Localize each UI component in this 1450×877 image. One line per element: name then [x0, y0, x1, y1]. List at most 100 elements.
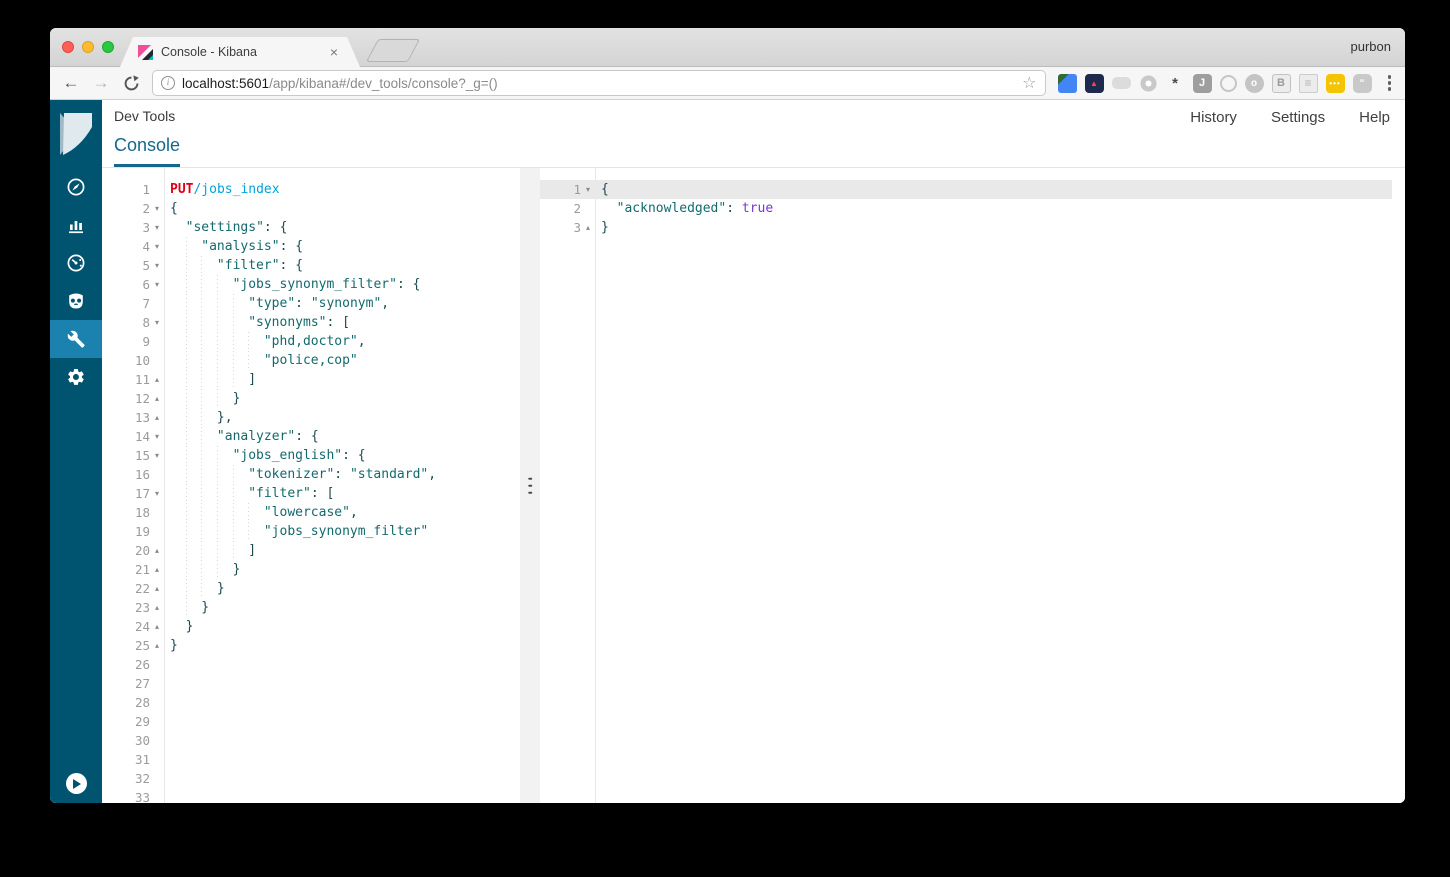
header-link-help[interactable]: Help — [1359, 109, 1390, 126]
sidebar-item-dashboard[interactable] — [50, 244, 102, 282]
browser-menu-icon[interactable] — [1384, 71, 1396, 95]
code-content[interactable]: } — [164, 598, 520, 617]
code-content[interactable]: "phd,doctor", — [164, 332, 520, 351]
code-content[interactable]: "acknowledged": true — [595, 199, 1405, 218]
code-line[interactable]: 33 — [102, 788, 520, 803]
fold-toggle-icon[interactable]: ▴ — [150, 565, 164, 574]
code-content[interactable]: } — [164, 636, 520, 655]
code-line[interactable]: 2 ▾ { — [102, 199, 520, 218]
code-content[interactable]: "jobs_synonym_filter" — [164, 522, 520, 541]
minimize-window-button[interactable] — [82, 41, 94, 53]
page-extension-icon[interactable]: ≡ — [1298, 73, 1318, 93]
code-content[interactable]: "lowercase", — [164, 503, 520, 522]
fold-toggle-icon[interactable]: ▴ — [150, 622, 164, 631]
code-content[interactable]: "analyzer": { — [164, 427, 520, 446]
code-content[interactable]: "jobs_synonym_filter": { — [164, 275, 520, 294]
code-line[interactable]: 3 ▾ "settings": { — [102, 218, 520, 237]
code-line[interactable]: 19 "jobs_synonym_filter" — [102, 522, 520, 541]
code-line[interactable]: 24 ▴} — [102, 617, 520, 636]
code-content[interactable] — [164, 769, 520, 788]
address-bar[interactable]: i localhost:5601 /app/kibana#/dev_tools/… — [152, 70, 1046, 96]
fold-toggle-icon[interactable]: ▾ — [150, 280, 164, 289]
b-extension-icon[interactable]: B — [1271, 73, 1291, 93]
code-content[interactable]: ] — [164, 370, 520, 389]
kibana-logo[interactable] — [50, 100, 102, 168]
tab-close-icon[interactable]: × — [330, 45, 338, 59]
bug-extension-icon[interactable]: * — [1166, 74, 1185, 93]
code-line[interactable]: 10 "police,cop" — [102, 351, 520, 370]
fold-toggle-icon[interactable]: ▾ — [581, 185, 595, 194]
fold-toggle-icon[interactable]: ▴ — [150, 413, 164, 422]
code-content[interactable]: "synonyms": [ — [164, 313, 520, 332]
code-content[interactable]: "tokenizer": "standard", — [164, 465, 520, 484]
code-content[interactable]: } — [595, 218, 1405, 237]
fold-toggle-icon[interactable]: ▾ — [150, 489, 164, 498]
code-line[interactable]: 7 "type": "synonym", — [102, 294, 520, 313]
code-line[interactable]: 16 "tokenizer": "standard", — [102, 465, 520, 484]
chat-extension-icon[interactable]: “ — [1352, 73, 1372, 93]
ring-extension-icon[interactable] — [1219, 74, 1237, 92]
code-line[interactable]: 20 ▴] — [102, 541, 520, 560]
code-content[interactable] — [164, 674, 520, 693]
header-link-history[interactable]: History — [1190, 109, 1237, 126]
code-content[interactable]: } — [164, 579, 520, 598]
code-line[interactable]: 4 ▾ "analysis": { — [102, 237, 520, 256]
code-line[interactable]: 25 ▴} — [102, 636, 520, 655]
code-line[interactable]: 5 ▾ "filter": { — [102, 256, 520, 275]
code-line[interactable]: 23 ▴} — [102, 598, 520, 617]
code-line[interactable]: 8 ▾ "synonyms": [ — [102, 313, 520, 332]
reload-button[interactable] — [118, 70, 144, 96]
fold-toggle-icon[interactable]: ▾ — [150, 451, 164, 460]
header-link-settings[interactable]: Settings — [1271, 109, 1325, 126]
resizer-grip-icon[interactable] — [528, 477, 532, 494]
fold-toggle-icon[interactable]: ▾ — [150, 242, 164, 251]
code-content[interactable] — [164, 655, 520, 674]
page-info-icon[interactable]: i — [161, 76, 175, 90]
code-content[interactable]: ] — [164, 541, 520, 560]
sidebar-item-timelion[interactable] — [50, 282, 102, 320]
j-extension-icon[interactable]: J — [1192, 73, 1212, 93]
code-content[interactable]: "settings": { — [164, 218, 520, 237]
code-line[interactable]: 30 — [102, 731, 520, 750]
power-extension-icon[interactable]: o — [1244, 73, 1264, 93]
code-content[interactable]: PUT /jobs_index — [164, 180, 520, 199]
code-content[interactable]: "jobs_english": { — [164, 446, 520, 465]
sidebar-item-management[interactable] — [50, 358, 102, 396]
fold-toggle-icon[interactable]: ▴ — [150, 603, 164, 612]
code-line[interactable]: 11 ▴] — [102, 370, 520, 389]
fold-toggle-icon[interactable]: ▾ — [150, 204, 164, 213]
bookmark-star-icon[interactable]: ☆ — [1022, 73, 1036, 93]
code-content[interactable]: } — [164, 560, 520, 579]
code-content[interactable]: "police,cop" — [164, 351, 520, 370]
code-content[interactable] — [164, 693, 520, 712]
new-tab-button[interactable] — [365, 39, 421, 62]
fold-toggle-icon[interactable]: ▴ — [581, 223, 595, 232]
code-line[interactable]: 18 "lowercase", — [102, 503, 520, 522]
request-editor[interactable]: 1 PUT /jobs_index 2 ▾{3 ▾ "settings": {4 ▾ "ana… — [102, 168, 520, 803]
code-content[interactable]: "type": "synonym", — [164, 294, 520, 313]
fold-toggle-icon[interactable]: ▾ — [150, 261, 164, 270]
code-line[interactable]: 17 ▾ "filter": [ — [102, 484, 520, 503]
fold-toggle-icon[interactable]: ▴ — [150, 641, 164, 650]
code-line[interactable]: 14 ▾ "analyzer": { — [102, 427, 520, 446]
code-line[interactable]: 22 ▴} — [102, 579, 520, 598]
donut-extension-icon[interactable] — [1138, 73, 1158, 93]
code-content[interactable]: { — [595, 180, 1392, 199]
code-line[interactable]: 9 "phd,doctor", — [102, 332, 520, 351]
color-picker-extension-icon[interactable] — [1057, 73, 1077, 93]
zoom-window-button[interactable] — [102, 41, 114, 53]
code-line[interactable]: 27 — [102, 674, 520, 693]
sidebar-collapse-button[interactable] — [65, 773, 87, 794]
code-content[interactable] — [164, 712, 520, 731]
browser-tab[interactable]: Console - Kibana × — [120, 37, 360, 67]
code-content[interactable]: "filter": [ — [164, 484, 520, 503]
code-line[interactable]: 13 ▴}, — [102, 408, 520, 427]
code-line[interactable]: 31 — [102, 750, 520, 769]
fold-toggle-icon[interactable]: ▾ — [150, 223, 164, 232]
back-button[interactable]: ← — [58, 70, 84, 96]
yellow-dots-extension-icon[interactable]: ••• — [1325, 73, 1345, 93]
code-line[interactable]: 12 ▴} — [102, 389, 520, 408]
fold-toggle-icon[interactable]: ▴ — [150, 375, 164, 384]
code-content[interactable]: "analysis": { — [164, 237, 520, 256]
code-content[interactable]: "filter": { — [164, 256, 520, 275]
